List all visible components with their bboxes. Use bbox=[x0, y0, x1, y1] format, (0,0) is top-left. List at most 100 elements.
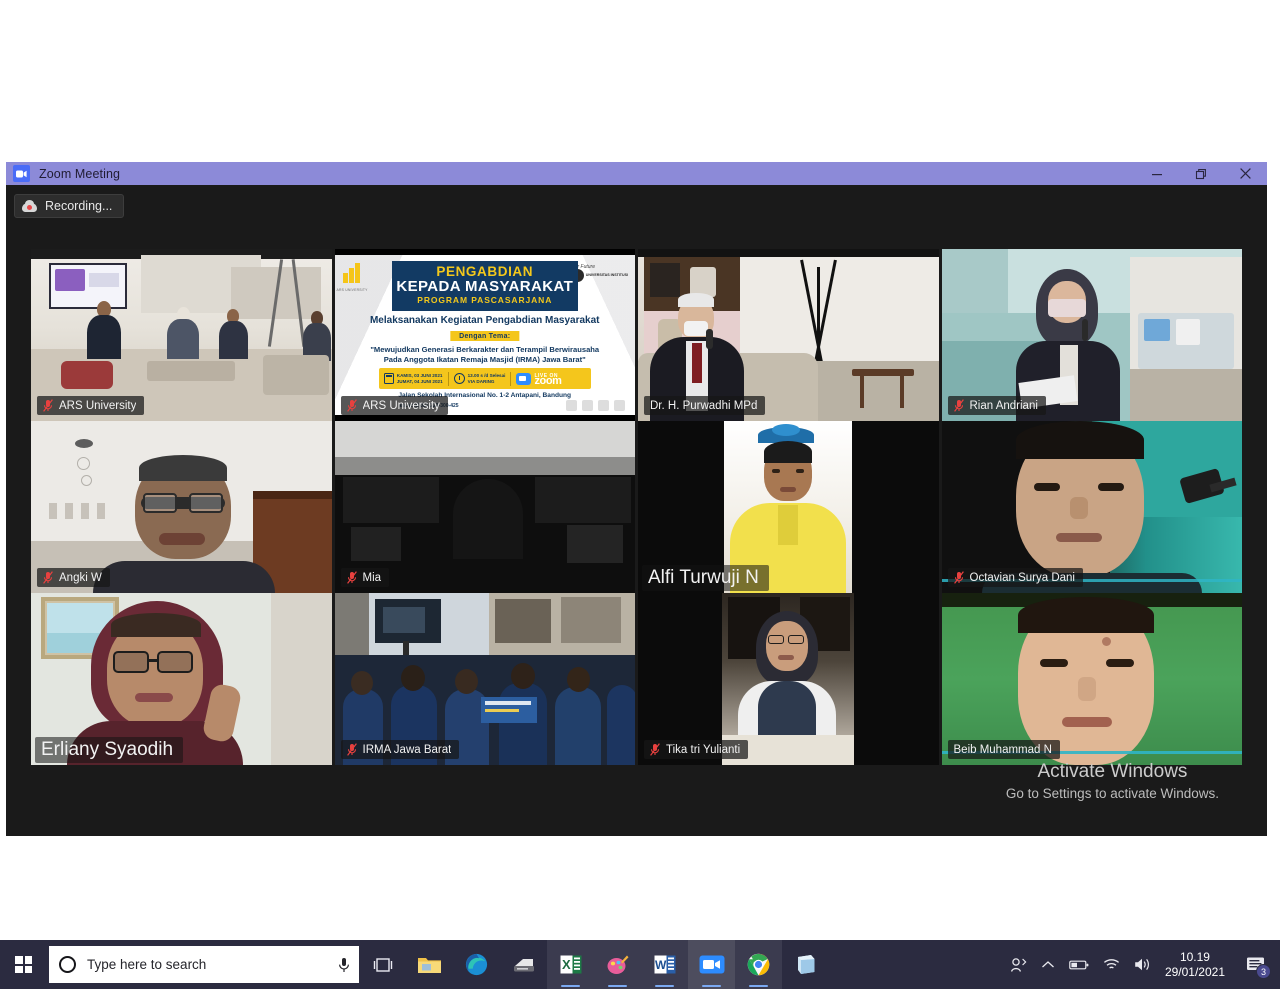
store-icon[interactable] bbox=[782, 940, 829, 989]
video-tile-beib-muhammad[interactable]: Beib Muhammad N bbox=[941, 593, 1242, 765]
banner-zoom-segment: LIVE ON zoom bbox=[511, 368, 566, 389]
video-tile-irma-jawa-barat[interactable]: IRMA Jawa Barat bbox=[334, 593, 635, 765]
window-title: Zoom Meeting bbox=[39, 166, 121, 181]
video-tile-ars-university-1[interactable]: ARS University bbox=[31, 249, 332, 421]
clock-icon bbox=[453, 373, 465, 384]
institute-logo-icon: UNIVERSITAS INSTITUSI bbox=[570, 269, 628, 282]
recording-bar: Recording... bbox=[6, 185, 1267, 225]
banner-date-line2: JUMAT, 04 JUNI 2021 bbox=[396, 378, 443, 384]
mic-muted-icon bbox=[346, 571, 357, 584]
notification-count-badge: 3 bbox=[1256, 964, 1271, 979]
participant-name: Beib Muhammad N bbox=[953, 743, 1052, 756]
banner-title-line1: PENGABDIAN bbox=[436, 264, 534, 279]
participant-nameplate: ARS University bbox=[340, 396, 448, 415]
video-tile-erliany-syaodih[interactable]: Erliany Syaodih bbox=[31, 593, 332, 765]
search-input[interactable]: Type here to search bbox=[49, 946, 359, 983]
participant-name: Octavian Surya Dani bbox=[969, 571, 1075, 584]
participant-nameplate: IRMA Jawa Barat bbox=[340, 740, 460, 759]
participant-nameplate: Erliany Syaodih bbox=[35, 737, 184, 763]
zoom-meeting-window: Zoom Meeting Recording... ARS University… bbox=[6, 162, 1267, 836]
banner-title-line2: KEPADA MASYARAKAT bbox=[396, 278, 574, 295]
mic-muted-icon bbox=[346, 399, 357, 412]
search-placeholder: Type here to search bbox=[87, 957, 207, 972]
microsoft-edge-icon[interactable] bbox=[453, 940, 500, 989]
mic-muted-icon bbox=[43, 399, 53, 412]
taskbar-clock[interactable]: 10.19 29/01/2021 bbox=[1159, 940, 1236, 989]
speaker-icon[interactable] bbox=[1127, 940, 1159, 989]
ars-logo-caption: ARS UNIVERSITY bbox=[336, 288, 368, 292]
word-icon[interactable]: W bbox=[641, 940, 688, 989]
mic-muted-icon bbox=[346, 743, 357, 756]
zoom-camera-icon bbox=[516, 372, 532, 385]
banner-subtitle: Melaksanakan Kegiatan Pengabdian Masyara… bbox=[369, 315, 600, 326]
institute-label: UNIVERSITAS INSTITUSI bbox=[585, 273, 628, 278]
video-tile-angki-w[interactable]: Angki W bbox=[31, 421, 332, 593]
app-running-underline bbox=[655, 984, 674, 987]
windows-taskbar: Type here to search X W 10.19 29/01/2021… bbox=[0, 940, 1280, 989]
video-tile-ars-university-2[interactable]: ARS UNIVERSITY Work Focused at Your Futu… bbox=[334, 249, 636, 421]
banner-theme-text: "Mewujudkan Generasi Berkarakter dan Ter… bbox=[335, 345, 636, 365]
excel-icon[interactable]: X bbox=[547, 940, 594, 989]
participant-name: Rian Andriani bbox=[969, 399, 1038, 412]
participant-name: Alfi Turwuji N bbox=[648, 567, 759, 588]
video-gallery-grid: ARS University ARS UNIVERSITY Work Focus… bbox=[6, 225, 1267, 836]
restore-icon[interactable] bbox=[1179, 162, 1223, 185]
paint-3d-icon[interactable] bbox=[594, 940, 641, 989]
banner-info-bar: KAMIS, 03 JUNI 2021 JUMAT, 04 JUNI 2021 … bbox=[378, 368, 591, 389]
banner-theme-label: Dengan Tema: bbox=[450, 331, 520, 341]
search-circle-icon bbox=[59, 956, 76, 973]
close-icon[interactable] bbox=[1223, 162, 1267, 185]
participant-name: Tika tri Yulianti bbox=[666, 743, 741, 756]
svg-text:X: X bbox=[562, 957, 571, 972]
banner-theme-line1: "Mewujudkan Generasi Berkarakter dan Ter… bbox=[370, 345, 600, 354]
system-tray: 10.19 29/01/2021 3 bbox=[1003, 940, 1280, 989]
app-running-underline bbox=[608, 984, 627, 987]
zoom-camera-icon bbox=[13, 165, 30, 182]
participant-name: Mia bbox=[362, 571, 382, 584]
battery-icon[interactable] bbox=[1062, 940, 1096, 989]
video-tile-octavian-surya-dani[interactable]: Octavian Surya Dani bbox=[941, 421, 1242, 593]
participant-name: ARS University bbox=[59, 399, 137, 412]
video-tile-tika-tri-yulianti[interactable]: Tika tri Yulianti bbox=[638, 593, 939, 765]
scanner-icon[interactable] bbox=[500, 940, 547, 989]
pengabdian-banner: ARS UNIVERSITY Work Focused at Your Futu… bbox=[334, 255, 636, 415]
people-share-icon[interactable] bbox=[1003, 940, 1034, 989]
clock-time: 10.19 bbox=[1179, 949, 1210, 964]
participant-nameplate: Rian Andriani bbox=[947, 396, 1046, 415]
gallery-row-1: ARS University ARS UNIVERSITY Work Focus… bbox=[31, 249, 1242, 421]
chevron-up-icon[interactable] bbox=[1034, 940, 1062, 989]
participant-nameplate: Angki W bbox=[37, 568, 110, 587]
file-explorer-icon[interactable] bbox=[406, 940, 453, 989]
mic-muted-icon bbox=[43, 571, 53, 584]
chrome-icon[interactable] bbox=[735, 940, 782, 989]
banner-platform: zoom bbox=[534, 374, 562, 387]
participant-name: IRMA Jawa Barat bbox=[362, 743, 452, 756]
participant-nameplate: Dr. H. Purwadhi MPd bbox=[644, 396, 766, 415]
task-view-icon[interactable] bbox=[359, 940, 406, 989]
video-tile-alfi-turwuji[interactable]: Alfi Turwuji N bbox=[638, 421, 939, 593]
banner-time-line2: VIA DARING bbox=[467, 378, 495, 384]
mic-muted-icon bbox=[650, 743, 660, 756]
microphone-icon[interactable] bbox=[337, 956, 351, 974]
banner-time-line1: 13.00 s /d Selesai bbox=[467, 372, 506, 378]
minimize-icon[interactable] bbox=[1135, 162, 1179, 185]
wifi-icon[interactable] bbox=[1096, 940, 1127, 989]
cloud-recording-icon bbox=[22, 199, 37, 213]
video-tile-dr-purwadhi[interactable]: Dr. H. Purwadhi MPd bbox=[638, 249, 939, 421]
window-controls bbox=[1135, 162, 1267, 185]
gallery-row-3: Erliany Syaodih IRMA Jawa Barat Tika tri… bbox=[31, 593, 1242, 765]
participant-name: Angki W bbox=[59, 571, 102, 584]
participant-nameplate: Mia bbox=[340, 568, 390, 587]
recording-status-button[interactable]: Recording... bbox=[14, 194, 125, 218]
video-tile-mia[interactable]: Mia bbox=[334, 421, 635, 593]
window-titlebar: Zoom Meeting bbox=[6, 162, 1267, 185]
action-center-icon[interactable]: 3 bbox=[1236, 940, 1276, 989]
banner-time-segment: 13.00 s /d Selesai VIA DARING bbox=[449, 368, 511, 389]
zoom-icon[interactable] bbox=[688, 940, 735, 989]
participant-name: ARS University bbox=[362, 399, 440, 412]
ars-logo-icon bbox=[342, 263, 368, 289]
svg-text:W: W bbox=[655, 958, 667, 972]
windows-start-icon[interactable] bbox=[0, 940, 47, 989]
video-tile-rian-andriani[interactable]: Rian Andriani bbox=[941, 249, 1242, 421]
participant-nameplate: Octavian Surya Dani bbox=[947, 568, 1083, 587]
